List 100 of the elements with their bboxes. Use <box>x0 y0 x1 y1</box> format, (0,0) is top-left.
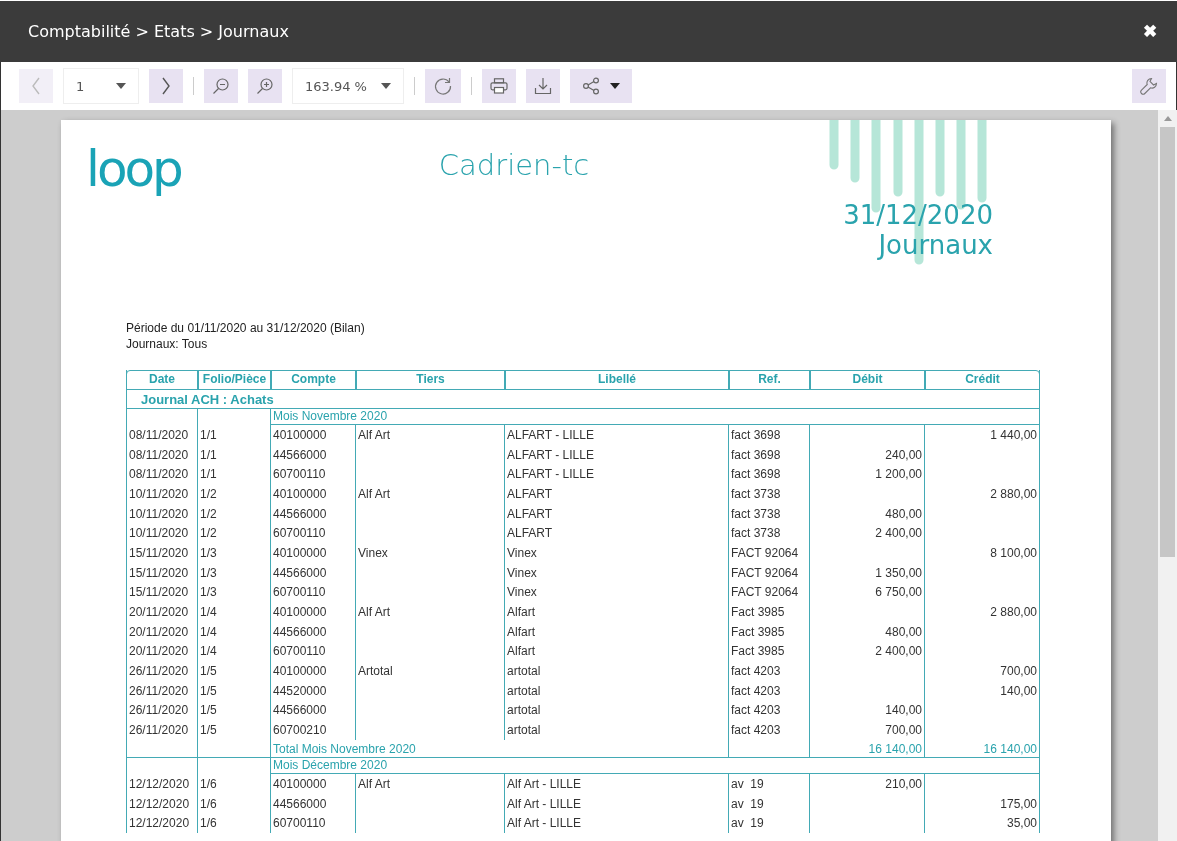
table-cell: 1/4 <box>200 605 217 620</box>
table-cell: 140,00 <box>885 703 922 718</box>
table-cell: FACT 92064 <box>731 565 799 580</box>
table-cell: fact 3698 <box>731 467 781 482</box>
table-cell: artotal <box>507 703 541 718</box>
table-cell: 10/11/2020 <box>129 486 189 501</box>
table-cell: 40100000 <box>273 776 327 791</box>
table-cell: 60700110 <box>273 467 326 482</box>
table-cell: 1/4 <box>200 644 217 659</box>
table-cell: Vinex <box>507 545 537 560</box>
table-cell: 44566000 <box>273 565 327 580</box>
table-cell: Alf Art <box>358 605 390 620</box>
download-button[interactable] <box>526 69 560 103</box>
table-cell: 700,00 <box>885 723 922 738</box>
page-select[interactable]: 1 <box>63 68 139 104</box>
table-cell: fact 4203 <box>731 723 781 738</box>
report-date: 31/12/2020 <box>843 200 993 230</box>
table-cell: 2 400,00 <box>875 526 922 541</box>
table-cell: artotal <box>507 683 541 698</box>
table-cell: 08/11/2020 <box>129 447 189 462</box>
table-cell: ALFART <box>507 486 553 501</box>
table-cell: 26/11/2020 <box>129 723 189 738</box>
table-cell: 10/11/2020 <box>129 526 189 541</box>
table-cell: 1 200,00 <box>875 467 922 482</box>
chevron-right-icon <box>161 77 171 95</box>
share-button[interactable] <box>570 69 632 103</box>
table-cell: 1/5 <box>200 683 217 698</box>
table-cell: ALFART - LILLE <box>507 447 594 462</box>
month-heading: Mois Décembre 2020 <box>270 758 1039 774</box>
table-cell: 15/11/2020 <box>129 565 189 580</box>
table-cell: artotal <box>507 664 541 679</box>
table-cell: Vinex <box>358 545 388 560</box>
print-button[interactable] <box>482 69 516 103</box>
table-cell: 40100000 <box>273 545 327 560</box>
table-cell: 1/4 <box>200 624 217 639</box>
column-header: Débit <box>809 371 924 389</box>
zoom-select[interactable]: 163.94 % <box>292 68 404 104</box>
table-cell: 1/2 <box>200 506 217 521</box>
table-cell: 1/1 <box>200 467 217 482</box>
scrollbar[interactable] <box>1158 110 1177 841</box>
filter-text: Journaux: Tous <box>126 336 208 352</box>
total-credit: 16 140,00 <box>983 741 1037 756</box>
table-cell: Alf Art - LILLE <box>507 816 582 831</box>
table-cell: Fact 3985 <box>731 644 785 659</box>
table-cell: fact 4203 <box>731 664 781 679</box>
zoom-in-button[interactable] <box>248 69 282 103</box>
table-cell: 26/11/2020 <box>129 703 189 718</box>
table-cell: Alfart <box>507 644 535 659</box>
table-cell: 1/2 <box>200 526 217 541</box>
table-cell: 15/11/2020 <box>129 585 189 600</box>
table-cell: Fact 3985 <box>731 624 785 639</box>
table-cell: av 19 <box>731 776 764 791</box>
download-icon <box>534 77 552 95</box>
caret-icon <box>116 83 126 89</box>
table-cell: fact 3738 <box>731 486 781 501</box>
table-cell: 40100000 <box>273 605 327 620</box>
table-cell: 1/6 <box>200 776 217 791</box>
table-cell: Fact 3985 <box>731 605 785 620</box>
next-page-button[interactable] <box>149 69 183 103</box>
table-cell: ALFART - LILLE <box>507 427 594 442</box>
table-cell: FACT 92064 <box>731 545 799 560</box>
table-cell: 20/11/2020 <box>129 624 189 639</box>
table-cell: Alfart <box>507 624 535 639</box>
table-cell: 8 100,00 <box>990 545 1037 560</box>
column-header: Ref. <box>728 371 809 389</box>
zoom-out-button[interactable] <box>204 69 238 103</box>
table-cell: 44566000 <box>273 703 327 718</box>
table-cell: 1/3 <box>200 565 217 580</box>
table-cell: 40100000 <box>273 664 327 679</box>
printer-icon <box>490 78 508 94</box>
month-heading: Mois Novembre 2020 <box>270 409 1039 425</box>
table-cell: Alf Art <box>358 776 390 791</box>
table-cell: 12/12/2020 <box>129 816 190 831</box>
table-cell: 08/11/2020 <box>129 427 189 442</box>
table-cell: 12/12/2020 <box>129 776 190 791</box>
column-header: Compte <box>270 371 355 389</box>
table-cell: 2 880,00 <box>990 605 1037 620</box>
table-cell: 700,00 <box>1000 664 1037 679</box>
scroll-up-icon <box>1163 116 1172 121</box>
zoom-in-icon <box>256 77 274 95</box>
settings-button[interactable] <box>1132 69 1166 103</box>
table-cell: 60700110 <box>273 585 326 600</box>
table-cell: Alf Art - LILLE <box>507 796 582 811</box>
table-cell: 6 750,00 <box>875 585 922 600</box>
table-cell: 1 350,00 <box>875 565 922 580</box>
refresh-button[interactable] <box>425 69 461 103</box>
refresh-icon <box>433 76 453 96</box>
table-cell: 40100000 <box>273 427 327 442</box>
table-cell: 480,00 <box>885 624 922 639</box>
table-cell: 1/3 <box>200 545 217 560</box>
table-cell: 1/1 <box>200 427 217 442</box>
scroll-thumb[interactable] <box>1160 127 1175 557</box>
table-cell: Alfart <box>507 605 535 620</box>
table-cell: Alf Art - LILLE <box>507 776 582 791</box>
close-button[interactable]: ✖ <box>1141 19 1159 44</box>
column-header: Date <box>148 371 176 388</box>
table-cell: 40100000 <box>273 486 327 501</box>
table-cell: 44566000 <box>273 447 327 462</box>
table-cell: fact 3738 <box>731 506 781 521</box>
company-name: Cadrien-tc <box>438 148 590 184</box>
